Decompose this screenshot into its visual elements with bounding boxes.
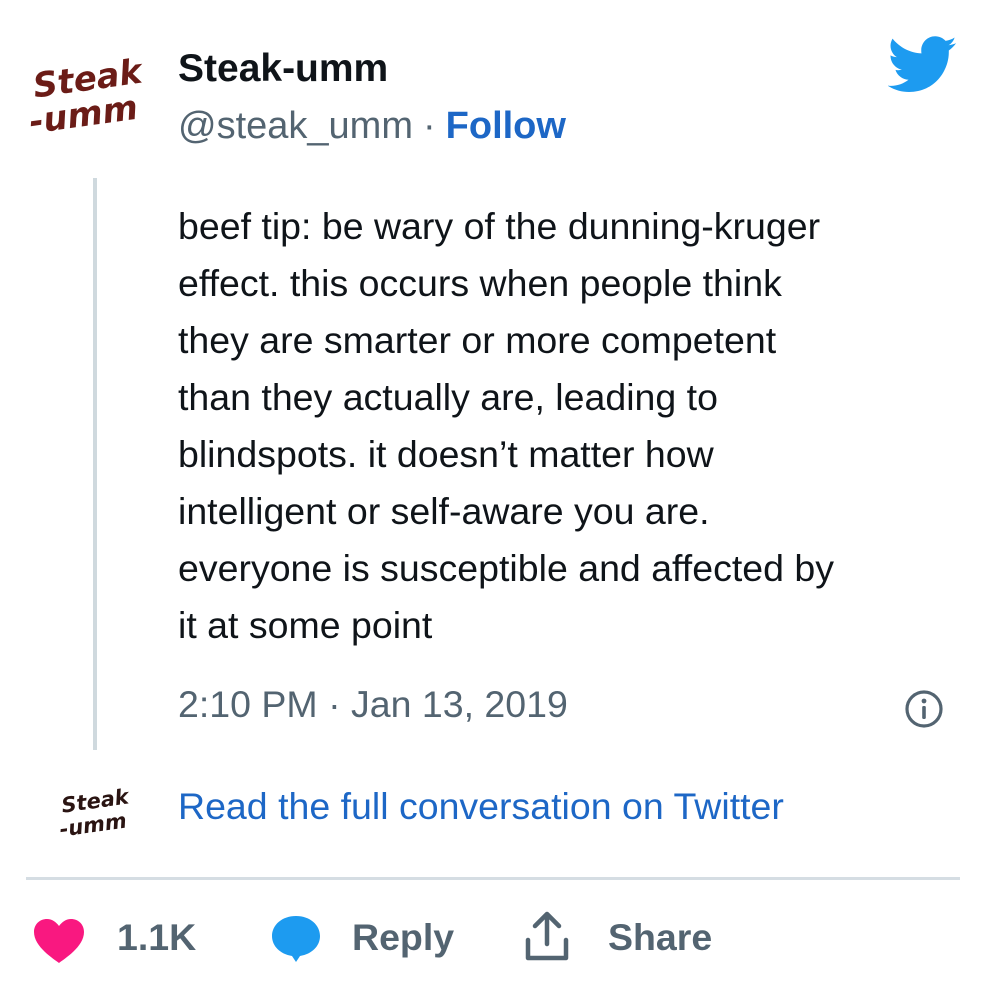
conversation-avatar[interactable]: Steak -umm <box>58 778 132 850</box>
heart-icon[interactable] <box>32 917 86 965</box>
separator-dot: · <box>422 105 436 147</box>
author-handle-row: @steak_umm · Follow <box>178 105 566 148</box>
tweet-text-line: effect. this occurs when people think <box>178 262 782 304</box>
share-button[interactable]: Share <box>608 916 712 959</box>
thread-line <box>93 178 97 750</box>
tweet-text-line: everyone is susceptible and affected by <box>178 547 834 589</box>
divider <box>26 877 960 880</box>
reply-icon[interactable] <box>270 914 322 964</box>
tweet-text-line: intelligent or self-aware you are. <box>178 490 710 532</box>
tweet-text-line: it at some point <box>178 604 433 646</box>
author-avatar[interactable]: Steak -umm <box>27 40 148 158</box>
read-full-conversation-link[interactable]: Read the full conversation on Twitter <box>178 785 784 828</box>
tweet-text-line: blindspots. it doesn’t matter how <box>178 433 714 475</box>
tweet-text-line: than they actually are, leading to <box>178 376 718 418</box>
author-display-name[interactable]: Steak-umm <box>178 47 388 91</box>
share-icon[interactable] <box>522 910 572 964</box>
tweet-text-line: they are smarter or more competent <box>178 319 777 361</box>
tweet-text: beef tip: be wary of the dunning-kruger … <box>178 198 968 654</box>
tweet-text-line: beef tip: be wary of the dunning-kruger <box>178 205 821 247</box>
tweet-timestamp[interactable]: 2:10 PM · Jan 13, 2019 <box>178 683 568 726</box>
reply-button[interactable]: Reply <box>352 916 454 959</box>
follow-button[interactable]: Follow <box>446 105 566 147</box>
info-icon[interactable] <box>904 689 944 729</box>
steak-umm-logo-icon: Steak -umm <box>27 51 147 142</box>
author-handle[interactable]: @steak_umm <box>178 105 413 147</box>
like-count[interactable]: 1.1K <box>117 916 196 959</box>
twitter-bird-icon[interactable] <box>887 36 958 94</box>
steak-umm-logo-icon: Steak -umm <box>58 784 132 841</box>
